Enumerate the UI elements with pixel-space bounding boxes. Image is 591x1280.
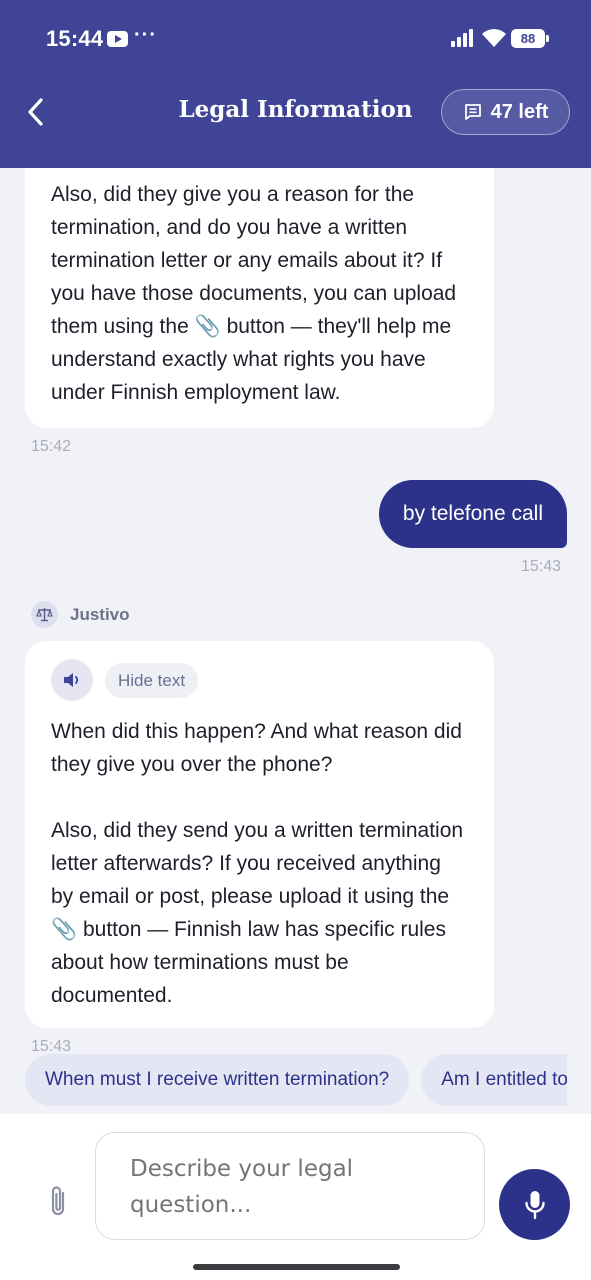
suggestion-chips[interactable]: When must I receive written termination?… [25,1054,567,1106]
message-timestamp: 15:42 [31,438,72,455]
microphone-icon [524,1190,545,1219]
assistant-message: Also, did they give you a reason for the… [25,168,494,428]
wifi-icon [482,29,506,47]
home-indicator [193,1264,400,1270]
paperclip-icon [51,1186,65,1216]
read-aloud-button[interactable] [51,659,93,701]
app-header: 15:44 ··· 88 Legal Information 47 left [0,0,591,168]
speaker-icon [64,673,79,687]
sender-name: Justivo [70,604,130,624]
question-input[interactable] [95,1132,485,1240]
message-icon [464,104,481,120]
sender-header: Justivo [31,601,130,628]
avatar [31,601,58,628]
voice-input-button[interactable] [499,1169,570,1240]
suggestion-chip[interactable]: When must I receive written termination? [25,1054,410,1106]
message-controls: Hide text [51,659,468,701]
user-message-text: by telefone call [402,502,543,525]
hide-text-button[interactable]: Hide text [105,662,199,698]
chevron-left-icon [28,98,43,126]
attach-button[interactable] [44,1182,72,1220]
scales-icon [36,608,53,622]
user-message: by telefone call [378,480,567,548]
youtube-notification-icon [107,31,128,47]
credits-badge[interactable]: 47 left [441,89,570,135]
credits-label: 47 left [490,100,549,123]
back-button[interactable] [18,94,52,130]
page-title: Legal Information [178,96,413,123]
suggestion-chip[interactable]: Am I entitled to severance? [421,1054,567,1106]
assistant-message: Hide text When did this happen? And what… [25,641,494,1028]
assistant-message-text: When did this happen? And what reason di… [51,720,464,1007]
assistant-message-text: Also, did they give you a reason for the… [51,183,457,404]
more-notifications-indicator: ··· [134,24,157,46]
signal-icon [451,29,475,47]
chat-thread[interactable]: Also, did they give you a reason for the… [0,168,591,1114]
status-time: 15:44 [46,26,104,51]
battery-indicator: 88 [511,29,549,48]
message-timestamp: 15:43 [520,558,561,575]
